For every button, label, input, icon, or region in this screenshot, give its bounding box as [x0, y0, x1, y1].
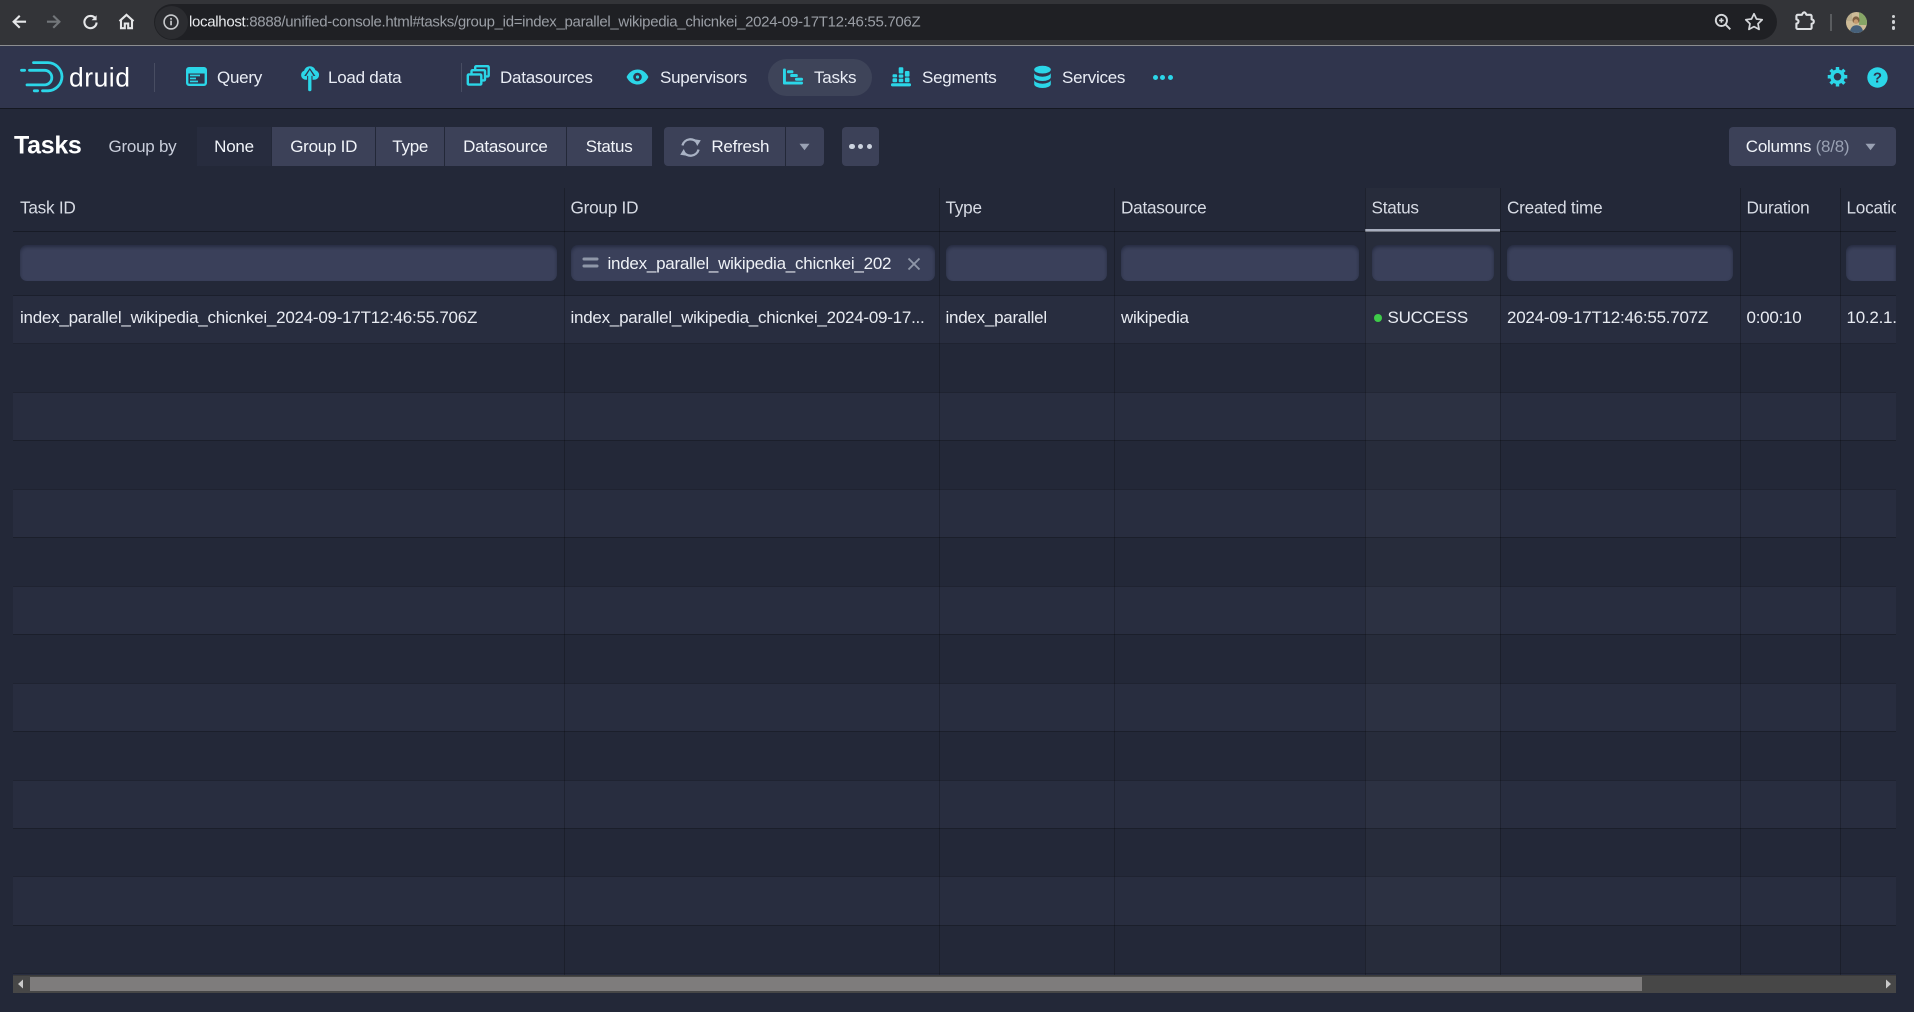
svg-text:?: ?: [1872, 69, 1881, 86]
